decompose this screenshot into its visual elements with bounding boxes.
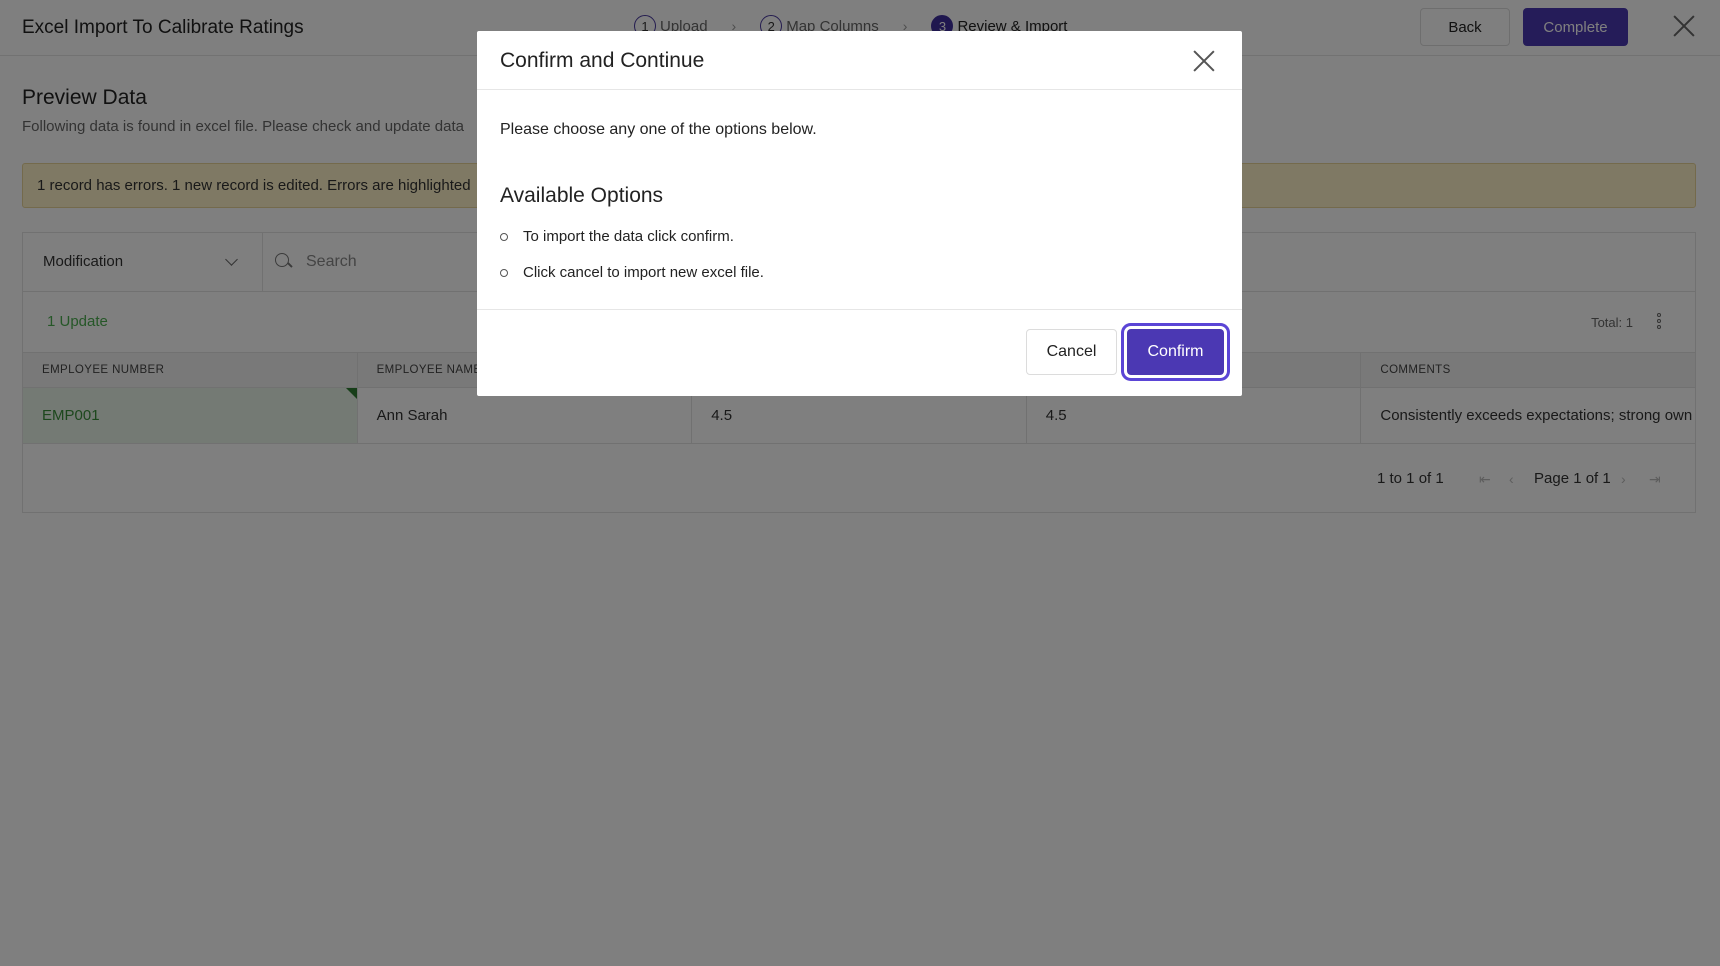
dialog-footer: Cancel Confirm <box>477 309 1242 396</box>
close-icon[interactable] <box>1192 49 1216 73</box>
cancel-button[interactable]: Cancel <box>1026 329 1117 375</box>
option-text: Click cancel to import new excel file. <box>523 264 764 281</box>
list-item: To import the data click confirm. <box>500 228 734 245</box>
list-item: Click cancel to import new excel file. <box>500 264 764 281</box>
bullet-icon <box>500 268 508 277</box>
bullet-icon <box>500 232 508 241</box>
confirm-dialog: Confirm and Continue Please choose any o… <box>477 31 1242 396</box>
dialog-header: Confirm and Continue <box>477 31 1242 90</box>
options-heading: Available Options <box>500 184 664 207</box>
option-text: To import the data click confirm. <box>523 228 734 245</box>
confirm-button[interactable]: Confirm <box>1127 329 1224 375</box>
dialog-title: Confirm and Continue <box>500 49 705 72</box>
dialog-message: Please choose any one of the options bel… <box>500 121 817 138</box>
